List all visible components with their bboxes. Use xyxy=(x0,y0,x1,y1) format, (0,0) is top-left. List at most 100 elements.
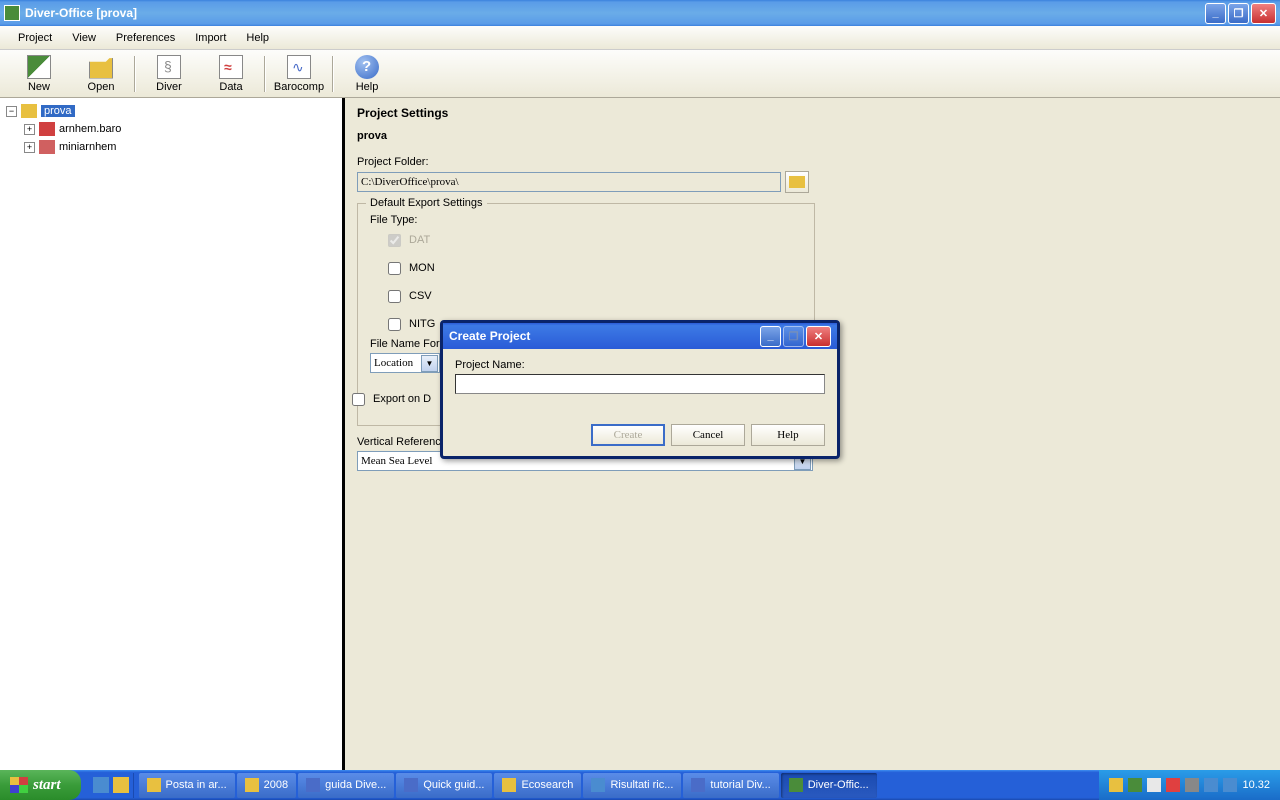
network-icon[interactable] xyxy=(1185,778,1199,792)
nitg-label: NITG xyxy=(409,318,435,330)
help-button[interactable]: Help xyxy=(751,424,825,446)
dialog-minimize[interactable]: _ xyxy=(760,326,781,347)
mail-icon xyxy=(147,778,161,792)
dialog-titlebar[interactable]: Create Project _ ❐ ✕ xyxy=(443,323,837,349)
toolbar-barocomp[interactable]: Barocomp xyxy=(268,52,330,96)
taskbar-item[interactable]: Risultati ric... xyxy=(583,773,681,798)
menu-project[interactable]: Project xyxy=(8,29,62,47)
ie-icon[interactable] xyxy=(93,777,109,793)
mon-label: MON xyxy=(409,262,435,274)
tray-icon[interactable] xyxy=(1128,778,1142,792)
new-icon xyxy=(27,55,51,79)
expand-icon[interactable]: + xyxy=(24,142,35,153)
baro-icon xyxy=(39,122,55,136)
folder-label: Project Folder: xyxy=(357,156,1268,168)
toolbar-separator xyxy=(134,56,136,92)
tree-item-label: arnhem.baro xyxy=(59,123,121,135)
clock[interactable]: 10.32 xyxy=(1242,779,1270,791)
toolbar-help[interactable]: Help xyxy=(336,52,398,96)
word-icon xyxy=(691,778,705,792)
titlebar: Diver-Office [prova] _ ❐ ✕ xyxy=(0,0,1280,26)
menu-help[interactable]: Help xyxy=(236,29,279,47)
csv-checkbox[interactable] xyxy=(388,290,401,303)
windows-logo-icon xyxy=(10,777,28,793)
create-button[interactable]: Create xyxy=(591,424,665,446)
csv-label: CSV xyxy=(409,290,432,302)
toolbar-open[interactable]: Open xyxy=(70,52,132,96)
dat-checkbox xyxy=(388,234,401,247)
taskbar-item[interactable]: Quick guid... xyxy=(396,773,492,798)
app-icon xyxy=(4,5,20,21)
dialog-close[interactable]: ✕ xyxy=(806,326,831,347)
app-icon xyxy=(789,778,803,792)
menu-import[interactable]: Import xyxy=(185,29,236,47)
minimize-button[interactable]: _ xyxy=(1205,3,1226,24)
bluetooth-icon[interactable] xyxy=(1223,778,1237,792)
expand-icon[interactable]: + xyxy=(24,124,35,135)
taskbar-item[interactable]: tutorial Div... xyxy=(683,773,778,798)
tree-item[interactable]: + miniarnhem xyxy=(6,138,336,156)
location-icon xyxy=(39,140,55,154)
tree-root[interactable]: − prova xyxy=(6,102,336,120)
toolbar-new[interactable]: New xyxy=(8,52,70,96)
file-type-label: File Type: xyxy=(370,214,802,226)
tray-icon[interactable] xyxy=(1204,778,1218,792)
browse-button[interactable] xyxy=(785,171,809,193)
toolbar-separator xyxy=(264,56,266,92)
barocomp-icon xyxy=(287,55,311,79)
nitg-checkbox[interactable] xyxy=(388,318,401,331)
page-title: Project Settings xyxy=(357,106,1268,120)
close-button[interactable]: ✕ xyxy=(1251,3,1276,24)
tree-item[interactable]: + arnhem.baro xyxy=(6,120,336,138)
toolbar-separator xyxy=(332,56,334,92)
toolbar-data[interactable]: Data xyxy=(200,52,262,96)
antivirus-icon[interactable] xyxy=(1166,778,1180,792)
taskbar-item[interactable]: Diver-Offic... xyxy=(781,773,877,798)
dat-label: DAT xyxy=(409,234,430,246)
fname-combo[interactable] xyxy=(370,353,440,373)
system-tray[interactable]: 10.32 xyxy=(1099,770,1280,800)
export-on-d-checkbox[interactable] xyxy=(352,393,365,406)
project-icon xyxy=(21,104,37,118)
toolbar: New Open Diver Data Barocomp Help xyxy=(0,50,1280,98)
create-project-dialog: Create Project _ ❐ ✕ Project Name: Creat… xyxy=(440,320,840,459)
ie-icon xyxy=(591,778,605,792)
cancel-button[interactable]: Cancel xyxy=(671,424,745,446)
taskbar-item[interactable]: guida Dive... xyxy=(298,773,394,798)
export-on-d-label: Export on D xyxy=(373,393,431,405)
collapse-icon[interactable]: − xyxy=(6,106,17,117)
taskbar-item[interactable]: 2008 xyxy=(237,773,296,798)
folder-icon xyxy=(502,778,516,792)
window-title: Diver-Office [prova] xyxy=(25,6,1205,20)
folder-icon xyxy=(245,778,259,792)
volume-icon[interactable] xyxy=(1147,778,1161,792)
tree-item-label: miniarnhem xyxy=(59,141,116,153)
data-icon xyxy=(219,55,243,79)
help-icon xyxy=(355,55,379,79)
word-icon xyxy=(306,778,320,792)
shield-icon[interactable] xyxy=(1109,778,1123,792)
taskbar-item[interactable]: Posta in ar... xyxy=(139,773,235,798)
project-name-label: Project Name: xyxy=(455,359,525,371)
dialog-title: Create Project xyxy=(449,329,760,343)
word-icon xyxy=(404,778,418,792)
tree-root-label[interactable]: prova xyxy=(41,105,75,117)
project-name: prova xyxy=(357,130,1268,142)
tree-panel: − prova + arnhem.baro + miniarnhem xyxy=(0,98,345,770)
maximize-button[interactable]: ❐ xyxy=(1228,3,1249,24)
folder-input[interactable] xyxy=(357,172,781,192)
mon-checkbox[interactable] xyxy=(388,262,401,275)
folder-icon xyxy=(789,176,805,188)
toolbar-diver[interactable]: Diver xyxy=(138,52,200,96)
menu-preferences[interactable]: Preferences xyxy=(106,29,185,47)
menubar: Project View Preferences Import Help xyxy=(0,26,1280,50)
menu-view[interactable]: View xyxy=(62,29,106,47)
dialog-maximize: ❐ xyxy=(783,326,804,347)
project-name-input[interactable] xyxy=(455,374,825,394)
outlook-icon[interactable] xyxy=(113,777,129,793)
window-controls: _ ❐ ✕ xyxy=(1205,3,1276,24)
quick-launch xyxy=(89,773,134,798)
start-button[interactable]: start xyxy=(0,770,81,800)
taskbar-item[interactable]: Ecosearch xyxy=(494,773,581,798)
group-title: Default Export Settings xyxy=(366,197,487,209)
